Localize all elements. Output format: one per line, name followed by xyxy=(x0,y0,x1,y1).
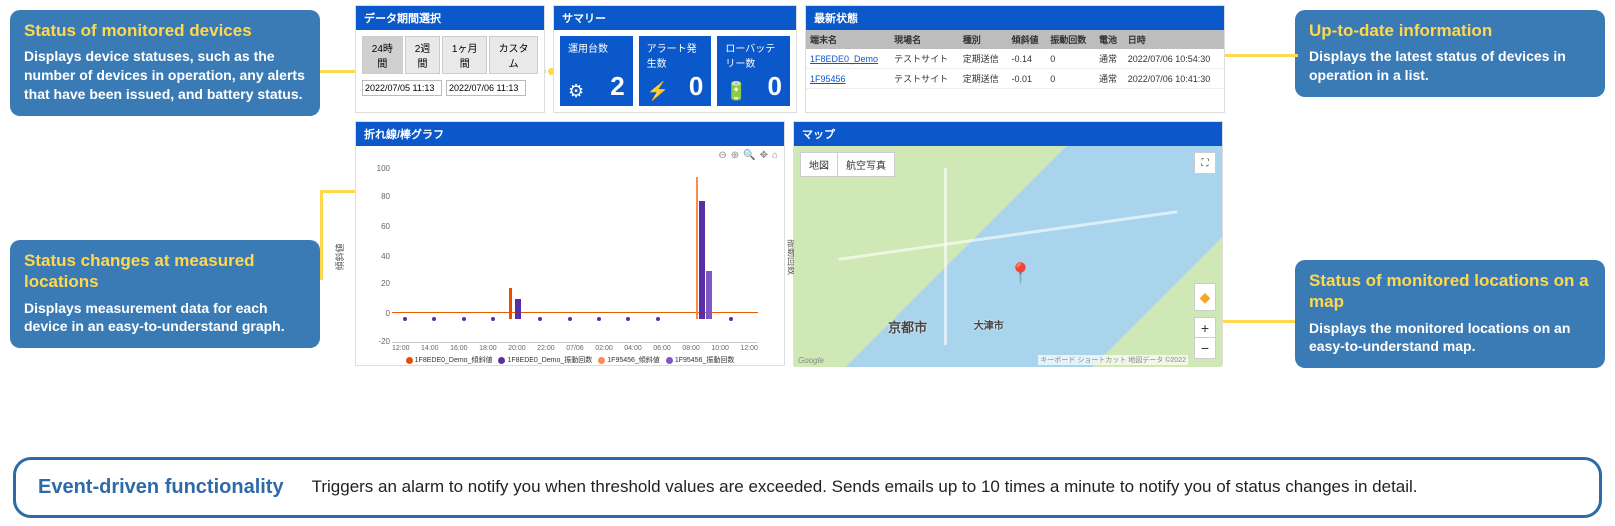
device-link[interactable]: 1F95456 xyxy=(810,74,846,84)
stat-label: 運用台数 xyxy=(568,40,625,55)
date-to-input[interactable] xyxy=(446,80,526,96)
period-panel: データ期間選択 24時間 2週間 1ヶ月間 カスタム xyxy=(355,5,545,113)
zoom-out-icon[interactable]: ⊖ xyxy=(718,150,726,161)
map-canvas[interactable]: 地図 航空写真 ⛶ ◆ + − 📍 京都市 大津市 Google キーボード シ… xyxy=(794,146,1222,367)
connector-line xyxy=(320,190,323,280)
cell: -0.01 xyxy=(1007,69,1046,89)
connector-line xyxy=(1218,54,1298,57)
th[interactable]: 傾斜値 xyxy=(1007,30,1046,49)
callout-uptodate: Up-to-date information Displays the late… xyxy=(1295,10,1605,97)
panel-title: マップ xyxy=(794,122,1222,146)
date-from-input[interactable] xyxy=(362,80,442,96)
chart-legend: 1F8EDE0_Demo_傾斜値 1F8EDE0_Demo_振動回数 1F954… xyxy=(362,355,778,365)
zoom-out-button[interactable]: − xyxy=(1195,338,1215,358)
stat-value: 2 xyxy=(610,71,624,102)
map-label-kyoto: 京都市 xyxy=(888,317,927,336)
event-title: Event-driven functionality xyxy=(38,476,284,499)
summary-panel: サマリー 運用台数 ⚙ 2 アラート発生数 ⚡ 0 xyxy=(553,5,797,113)
map-type-map[interactable]: 地図 xyxy=(801,153,838,176)
latest-table: 端末名 現場名 種別 傾斜値 振動回数 電池 日時 1F8EDE0_Demo テ… xyxy=(806,30,1224,89)
fullscreen-icon[interactable]: ⛶ xyxy=(1194,152,1216,174)
th[interactable]: 現場名 xyxy=(890,30,959,49)
table-row: 1F95456 テストサイト 定期送信 -0.01 0 通常 2022/07/0… xyxy=(806,69,1224,89)
callout-body: Displays the monitored locations on an e… xyxy=(1309,319,1591,357)
cell: 2022/07/06 10:41:30 xyxy=(1124,69,1224,89)
th[interactable]: 日時 xyxy=(1124,30,1224,49)
cell: 0 xyxy=(1046,49,1095,69)
cell: テストサイト xyxy=(890,49,959,69)
battery-icon: 🔋 xyxy=(725,81,747,102)
latest-panel: 最新状態 端末名 現場名 種別 傾斜値 振動回数 電池 日時 1F8EDE0_D… xyxy=(805,5,1225,113)
panel-title: 折れ線/棒グラフ xyxy=(356,122,784,146)
bolt-icon: ⚡ xyxy=(647,81,669,102)
cell: 2022/07/06 10:54:30 xyxy=(1124,49,1224,69)
callout-body: Displays measurement data for each devic… xyxy=(24,299,306,337)
stat-lowbatt: ローバッテリー数 🔋 0 xyxy=(717,36,790,106)
th[interactable]: 電池 xyxy=(1095,30,1124,49)
zoom-control: + − xyxy=(1194,317,1216,359)
callout-body: Displays device statuses, such as the nu… xyxy=(24,47,306,104)
th[interactable]: 端末名 xyxy=(806,30,890,49)
chart-toolbar: ⊖ ⊕ 🔍 ✥ ⌂ xyxy=(718,150,778,161)
search-icon[interactable]: 🔍 xyxy=(743,150,755,161)
panel-title: サマリー xyxy=(554,6,796,30)
cell: 定期送信 xyxy=(959,49,1008,69)
cell: 通常 xyxy=(1095,49,1124,69)
callout-status-changes: Status changes at measured locations Dis… xyxy=(10,240,320,348)
map-panel: マップ 地図 航空写真 ⛶ ◆ + − 📍 京都市 大津市 Google キーボ… xyxy=(793,121,1223,366)
chart-panel: 折れ線/棒グラフ ⊖ ⊕ 🔍 ✥ ⌂ 傾斜値 振動回数 100 80 60 40… xyxy=(355,121,785,366)
period-btn-1m[interactable]: 1ヶ月間 xyxy=(442,36,487,74)
callout-title: Status changes at measured locations xyxy=(24,250,306,293)
gear-icon: ⚙ xyxy=(568,81,584,102)
cell: -0.14 xyxy=(1007,49,1046,69)
event-driven-callout: Event-driven functionality Triggers an a… xyxy=(13,457,1602,518)
chart-canvas[interactable]: 100 80 60 40 20 0 -20 xyxy=(392,168,758,343)
period-btn-2w[interactable]: 2週間 xyxy=(405,36,441,74)
event-body: Triggers an alarm to notify you when thr… xyxy=(312,476,1418,499)
cell: 定期送信 xyxy=(959,69,1008,89)
pegman-icon[interactable]: ◆ xyxy=(1194,283,1216,311)
th[interactable]: 振動回数 xyxy=(1046,30,1095,49)
stat-label: アラート発生数 xyxy=(647,40,704,70)
period-btn-custom[interactable]: カスタム xyxy=(489,36,538,74)
stat-value: 0 xyxy=(768,71,782,102)
x-axis-ticks: 12:0014:0016:00 18:0020:0022:00 07/0602:… xyxy=(392,345,758,352)
map-label-otsu: 大津市 xyxy=(974,317,1004,332)
callout-device-status: Status of monitored devices Displays dev… xyxy=(10,10,320,116)
zoom-in-icon[interactable]: ⊕ xyxy=(731,150,739,161)
callout-title: Up-to-date information xyxy=(1309,20,1591,41)
th[interactable]: 種別 xyxy=(959,30,1008,49)
map-type-control: 地図 航空写真 xyxy=(800,152,895,177)
callout-title: Status of monitored locations on a map xyxy=(1309,270,1591,313)
zoom-in-button[interactable]: + xyxy=(1195,318,1215,338)
period-btn-24h[interactable]: 24時間 xyxy=(362,36,403,74)
callout-title: Status of monitored devices xyxy=(24,20,306,41)
map-type-satellite[interactable]: 航空写真 xyxy=(838,153,894,176)
panel-title: データ期間選択 xyxy=(356,6,544,30)
home-icon[interactable]: ⌂ xyxy=(772,150,778,161)
device-link[interactable]: 1F8EDE0_Demo xyxy=(810,54,878,64)
pan-icon[interactable]: ✥ xyxy=(760,150,768,161)
dashboard: データ期間選択 24時間 2週間 1ヶ月間 カスタム サマリー 運用台数 xyxy=(355,5,1225,374)
cell: 0 xyxy=(1046,69,1095,89)
callout-map-status: Status of monitored locations on a map D… xyxy=(1295,260,1605,368)
map-attribution: キーボード ショートカット 地図データ ©2022 xyxy=(1038,355,1188,365)
cell: テストサイト xyxy=(890,69,959,89)
y-axis-label: 傾斜値 xyxy=(333,243,346,270)
table-row: 1F8EDE0_Demo テストサイト 定期送信 -0.14 0 通常 2022… xyxy=(806,49,1224,69)
panel-title: 最新状態 xyxy=(806,6,1224,30)
cell: 通常 xyxy=(1095,69,1124,89)
stat-value: 0 xyxy=(689,71,703,102)
stat-alerts: アラート発生数 ⚡ 0 xyxy=(639,36,712,106)
google-logo: Google xyxy=(798,356,824,365)
stat-devices: 運用台数 ⚙ 2 xyxy=(560,36,633,106)
callout-body: Displays the latest status of devices in… xyxy=(1309,47,1591,85)
map-marker-icon[interactable]: 📍 xyxy=(1008,261,1033,286)
stat-label: ローバッテリー数 xyxy=(725,40,782,70)
